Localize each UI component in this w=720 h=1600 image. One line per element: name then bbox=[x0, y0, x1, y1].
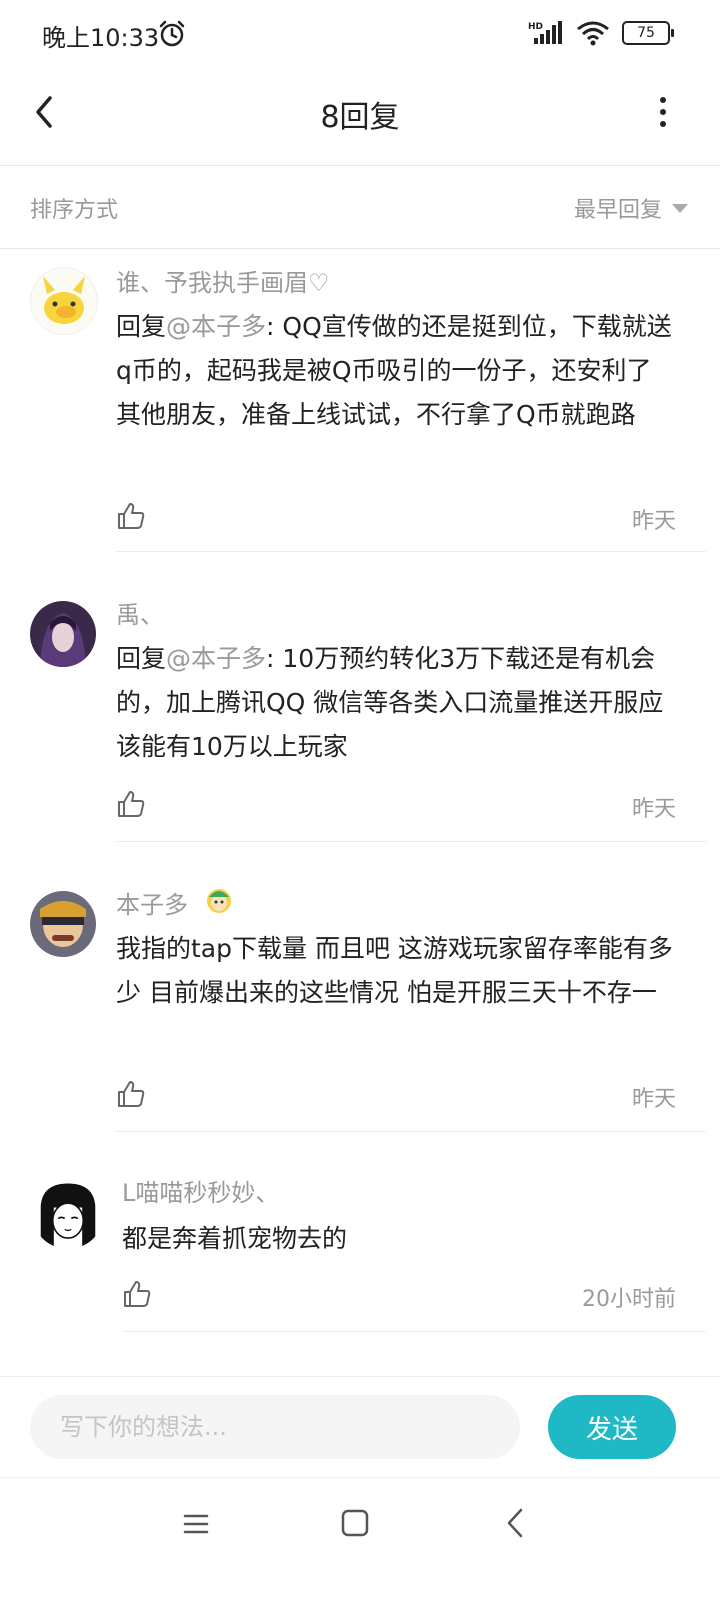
mention-link[interactable]: @本子多 bbox=[166, 312, 266, 341]
thumbs-up-icon[interactable] bbox=[116, 501, 146, 531]
comment-text: 回复@本子多: QQ宣传做的还是挺到位，下载就送q币的，起码我是被Q币吸引的一份… bbox=[116, 305, 676, 437]
avatar[interactable] bbox=[30, 891, 96, 957]
comment-text: 都是奔着抓宠物去的 bbox=[122, 1217, 682, 1261]
comment-author[interactable]: 谁、予我执手画眉♡ bbox=[116, 263, 330, 298]
top-bar: 8回复 bbox=[0, 70, 720, 166]
battery-icon: 75 bbox=[622, 21, 674, 45]
sort-bar: 排序方式 最早回复 bbox=[0, 166, 720, 249]
sort-dropdown[interactable]: 最早回复 bbox=[574, 192, 688, 224]
status-icons: HD 75 bbox=[528, 20, 674, 46]
divider bbox=[116, 1131, 706, 1132]
comment-composer: 发送 bbox=[0, 1376, 720, 1478]
status-bar: 晚上10:33 HD 75 bbox=[0, 0, 720, 70]
reply-prefix: 回复 bbox=[116, 312, 167, 341]
alarm-icon bbox=[159, 20, 185, 47]
network-label: HD bbox=[528, 22, 543, 32]
more-options-icon[interactable] bbox=[658, 94, 668, 130]
signal-icon: HD bbox=[528, 21, 562, 44]
nav-back-icon[interactable] bbox=[504, 1506, 526, 1540]
comment-time: 昨天 bbox=[631, 1087, 676, 1112]
avatar[interactable] bbox=[30, 267, 98, 335]
avatar[interactable] bbox=[32, 1177, 104, 1249]
comment-author[interactable]: 本子多 bbox=[116, 885, 188, 920]
sort-label: 排序方式 bbox=[30, 198, 119, 223]
thumbs-up-icon[interactable] bbox=[116, 789, 146, 819]
comment-time: 昨天 bbox=[631, 509, 676, 534]
divider bbox=[116, 841, 706, 842]
divider bbox=[122, 1331, 706, 1332]
comment-time: 20小时前 bbox=[582, 1287, 676, 1312]
reply-prefix: 回复 bbox=[116, 644, 167, 673]
divider bbox=[116, 551, 706, 552]
comment-content: 都是奔着抓宠物去的 bbox=[122, 1224, 348, 1253]
send-button[interactable]: 发送 bbox=[548, 1395, 676, 1459]
comment-content: 我指的tap下载量 而且吧 这游戏玩家留存率能有多少 目前爆出来的这些情况 怕是… bbox=[116, 934, 673, 1007]
sort-value: 最早回复 bbox=[573, 198, 662, 223]
battery-level: 75 bbox=[637, 25, 655, 41]
home-icon[interactable] bbox=[340, 1508, 370, 1538]
page-title: 8回复 bbox=[320, 100, 400, 135]
status-time: 晚上10:33 bbox=[42, 24, 160, 52]
user-badge-icon bbox=[207, 889, 231, 913]
comment-text: 回复@本子多: 10万预约转化3万下载还是有机会的，加上腾讯QQ 微信等各类入口… bbox=[116, 637, 676, 769]
comment-time: 昨天 bbox=[631, 797, 676, 822]
comment-author[interactable]: L喵喵秒秒妙、 bbox=[122, 1173, 279, 1208]
avatar[interactable] bbox=[30, 601, 96, 667]
comment-author[interactable]: 禹、 bbox=[116, 595, 164, 630]
mention-link[interactable]: @本子多 bbox=[166, 644, 266, 673]
recent-apps-icon[interactable] bbox=[182, 1510, 210, 1538]
wifi-icon bbox=[577, 21, 609, 46]
system-nav-bar bbox=[0, 1478, 720, 1600]
comment-input[interactable] bbox=[30, 1395, 520, 1459]
comment-text: 我指的tap下载量 而且吧 这游戏玩家留存率能有多少 目前爆出来的这些情况 怕是… bbox=[116, 927, 676, 1015]
dropdown-caret-icon bbox=[672, 203, 688, 213]
thumbs-up-icon[interactable] bbox=[116, 1079, 146, 1109]
thumbs-up-icon[interactable] bbox=[122, 1279, 152, 1309]
